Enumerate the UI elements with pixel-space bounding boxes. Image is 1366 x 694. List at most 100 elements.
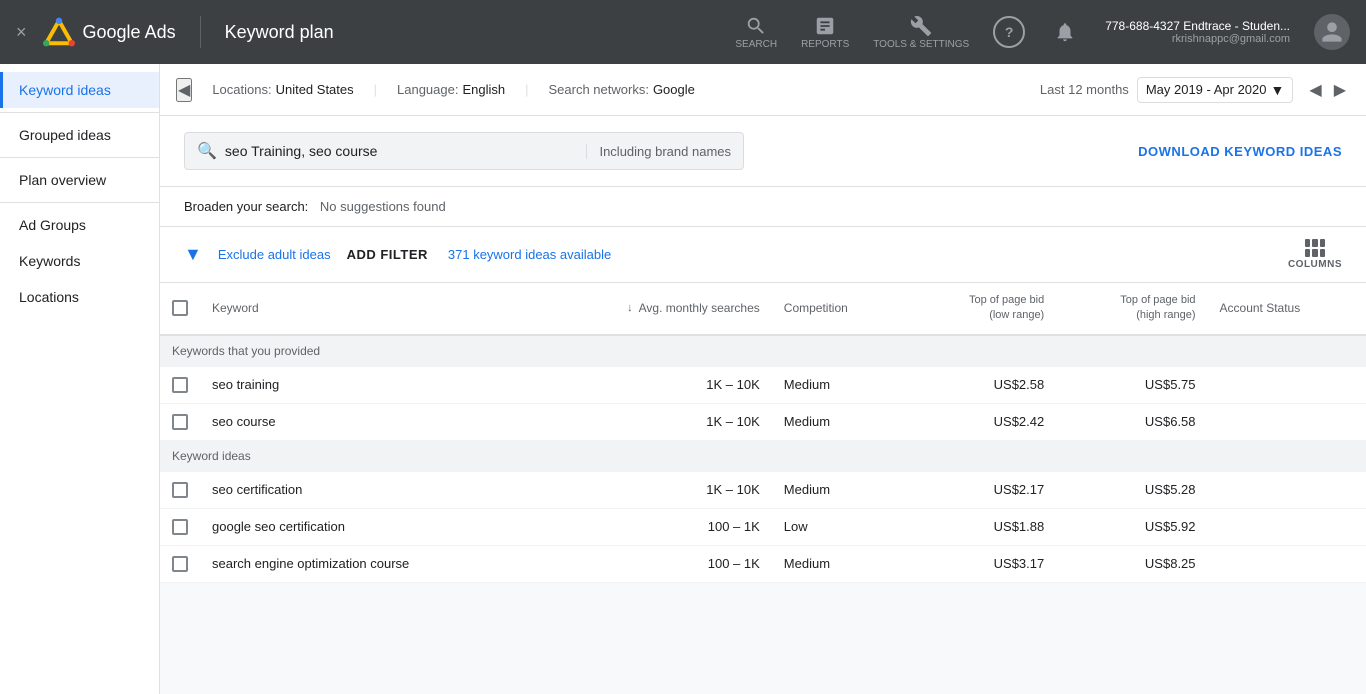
search-box[interactable]: 🔍 seo Training, seo course Including bra… bbox=[184, 132, 744, 170]
section-header-provided: Keywords that you provided bbox=[160, 335, 1366, 367]
sort-icon: ↓ bbox=[627, 302, 633, 314]
columns-icon bbox=[1305, 239, 1325, 257]
language-value: English bbox=[462, 82, 505, 97]
row-competition: Medium bbox=[772, 403, 905, 440]
date-range: Last 12 months May 2019 - Apr 2020 ▼ ◀ ▶ bbox=[1040, 77, 1350, 103]
language-label: Language: bbox=[397, 82, 458, 97]
keyword-count: 371 keyword ideas available bbox=[448, 247, 611, 262]
columns-label: COLUMNS bbox=[1288, 259, 1342, 270]
sidebar-item-locations[interactable]: Locations bbox=[0, 279, 159, 315]
search-query-text: seo Training, seo course bbox=[225, 143, 567, 159]
th-status-label: Account Status bbox=[1220, 301, 1301, 315]
search-icon bbox=[745, 15, 767, 37]
row-checkbox-cell[interactable] bbox=[160, 471, 200, 508]
download-button[interactable]: DOWNLOAD KEYWORD IDEAS bbox=[1138, 144, 1342, 159]
tools-nav-label: TOOLS & SETTINGS bbox=[873, 39, 969, 50]
sidebar-item-keywords[interactable]: Keywords bbox=[0, 243, 159, 279]
navbar: × Google Ads Keyword plan SEARCH REPORTS… bbox=[0, 0, 1366, 64]
sidebar-item-grouped-ideas[interactable]: Grouped ideas bbox=[0, 117, 159, 153]
date-prev-button[interactable]: ◀ bbox=[1305, 78, 1325, 102]
search-nav-label: SEARCH bbox=[735, 39, 777, 50]
row-bid-high: US$5.75 bbox=[1056, 366, 1207, 403]
th-bid-high-label-1: Top of page bid bbox=[1120, 293, 1195, 308]
broaden-section: Broaden your search: No suggestions foun… bbox=[160, 187, 1366, 227]
th-keyword-label: Keyword bbox=[212, 301, 259, 315]
exclude-adult-button[interactable]: Exclude adult ideas bbox=[218, 247, 331, 262]
columns-button[interactable]: COLUMNS bbox=[1288, 239, 1342, 270]
page-title: Keyword plan bbox=[225, 22, 334, 43]
table-row: google seo certification 100 – 1K Low US… bbox=[160, 508, 1366, 545]
add-filter-button[interactable]: ADD FILTER bbox=[347, 247, 428, 262]
avatar-icon bbox=[1320, 20, 1344, 44]
main-content: ◀ Locations: United States | Language: E… bbox=[160, 64, 1366, 694]
row-checkbox-cell[interactable] bbox=[160, 403, 200, 440]
user-name: 778-688-4327 Endtrace - Studen... bbox=[1105, 19, 1290, 33]
th-keyword[interactable]: Keyword bbox=[200, 283, 535, 335]
table-header-row: Keyword ↓ Avg. monthly searches Competit… bbox=[160, 283, 1366, 335]
th-avg-monthly[interactable]: ↓ Avg. monthly searches bbox=[535, 283, 772, 335]
table-row: search engine optimization course 100 – … bbox=[160, 545, 1366, 582]
filter-icon: ▼ bbox=[184, 244, 202, 265]
row-checkbox-cell[interactable] bbox=[160, 545, 200, 582]
date-range-value: May 2019 - Apr 2020 bbox=[1146, 82, 1267, 97]
sidebar-divider bbox=[0, 112, 159, 113]
tools-icon bbox=[910, 15, 932, 37]
navbar-actions: SEARCH REPORTS TOOLS & SETTINGS ? 778-68… bbox=[735, 14, 1350, 50]
close-button[interactable]: × bbox=[16, 22, 27, 43]
date-range-button[interactable]: May 2019 - Apr 2020 ▼ bbox=[1137, 77, 1294, 103]
th-avg-label: Avg. monthly searches bbox=[639, 301, 760, 315]
sidebar-item-ad-groups[interactable]: Ad Groups bbox=[0, 207, 159, 243]
th-bid-low-label-1: Top of page bid bbox=[969, 293, 1044, 308]
th-bid-low[interactable]: Top of page bid (low range) bbox=[905, 283, 1056, 335]
row-keyword: seo training bbox=[200, 366, 535, 403]
section-label-ideas: Keyword ideas bbox=[160, 440, 1366, 471]
th-bid-high-label-2: (high range) bbox=[1136, 308, 1195, 323]
tools-nav-button[interactable]: TOOLS & SETTINGS bbox=[873, 15, 969, 50]
date-nav: ◀ ▶ bbox=[1305, 78, 1350, 102]
row-keyword: seo certification bbox=[200, 471, 535, 508]
search-nav-button[interactable]: SEARCH bbox=[735, 15, 777, 50]
back-button[interactable]: ◀ bbox=[176, 78, 192, 102]
table: Keyword ↓ Avg. monthly searches Competit… bbox=[160, 283, 1366, 583]
row-avg-searches: 1K – 10K bbox=[535, 403, 772, 440]
th-checkbox[interactable] bbox=[160, 283, 200, 335]
row-checkbox[interactable] bbox=[172, 482, 188, 498]
th-bid-high[interactable]: Top of page bid (high range) bbox=[1056, 283, 1207, 335]
th-competition[interactable]: Competition bbox=[772, 283, 905, 335]
row-checkbox[interactable] bbox=[172, 377, 188, 393]
date-next-button[interactable]: ▶ bbox=[1330, 78, 1350, 102]
help-button[interactable]: ? bbox=[993, 16, 1025, 48]
row-avg-searches: 1K – 10K bbox=[535, 366, 772, 403]
reports-nav-button[interactable]: REPORTS bbox=[801, 15, 849, 50]
row-status bbox=[1208, 508, 1366, 545]
section-header-ideas: Keyword ideas bbox=[160, 440, 1366, 471]
main-layout: Keyword ideas Grouped ideas Plan overvie… bbox=[0, 64, 1366, 694]
keyword-table: Keyword ↓ Avg. monthly searches Competit… bbox=[160, 283, 1366, 583]
row-keyword: search engine optimization course bbox=[200, 545, 535, 582]
row-checkbox[interactable] bbox=[172, 414, 188, 430]
th-account-status[interactable]: Account Status bbox=[1208, 283, 1366, 335]
user-avatar[interactable] bbox=[1314, 14, 1350, 50]
sidebar-item-keyword-ideas[interactable]: Keyword ideas bbox=[0, 72, 159, 108]
row-checkbox-cell[interactable] bbox=[160, 366, 200, 403]
topbar: ◀ Locations: United States | Language: E… bbox=[160, 64, 1366, 116]
table-row: seo certification 1K – 10K Medium US$2.1… bbox=[160, 471, 1366, 508]
network-item: Search networks: Google bbox=[549, 82, 695, 97]
row-checkbox-cell[interactable] bbox=[160, 508, 200, 545]
row-checkbox[interactable] bbox=[172, 519, 188, 535]
row-bid-high: US$8.25 bbox=[1056, 545, 1207, 582]
row-avg-searches: 1K – 10K bbox=[535, 471, 772, 508]
user-info[interactable]: 778-688-4327 Endtrace - Studen... rkrish… bbox=[1105, 19, 1290, 45]
row-bid-low: US$3.17 bbox=[905, 545, 1056, 582]
navbar-divider bbox=[200, 16, 201, 48]
row-bid-low: US$2.58 bbox=[905, 366, 1056, 403]
table-row: seo training 1K – 10K Medium US$2.58 US$… bbox=[160, 366, 1366, 403]
section-label-provided: Keywords that you provided bbox=[160, 335, 1366, 367]
select-all-checkbox[interactable] bbox=[172, 300, 188, 316]
network-value: Google bbox=[653, 82, 695, 97]
sidebar-item-plan-overview[interactable]: Plan overview bbox=[0, 162, 159, 198]
row-checkbox[interactable] bbox=[172, 556, 188, 572]
row-status bbox=[1208, 366, 1366, 403]
notifications-button[interactable] bbox=[1049, 16, 1081, 48]
th-bid-low-label-2: (low range) bbox=[989, 308, 1044, 323]
